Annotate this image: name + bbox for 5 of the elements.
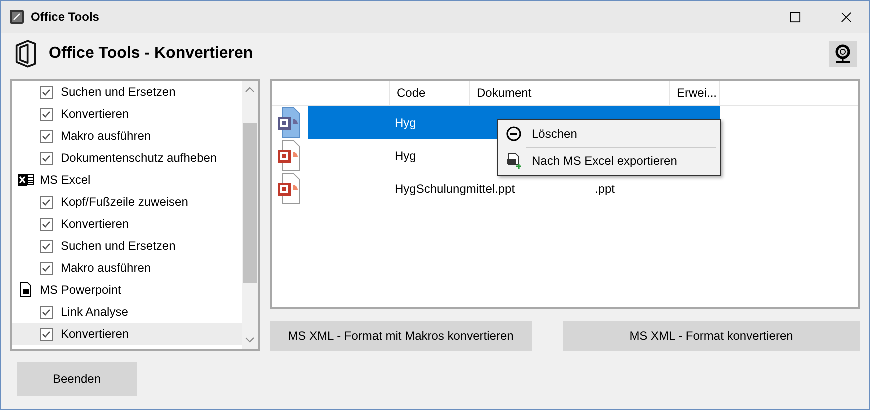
table-cell: HygSchulungmittel.ppt <box>395 182 516 196</box>
page-title: Office Tools - Konvertieren <box>49 45 254 63</box>
table-cell: Hyg <box>395 116 416 130</box>
table-cell: .ppt <box>595 182 616 196</box>
window-title: Office Tools <box>31 10 100 24</box>
